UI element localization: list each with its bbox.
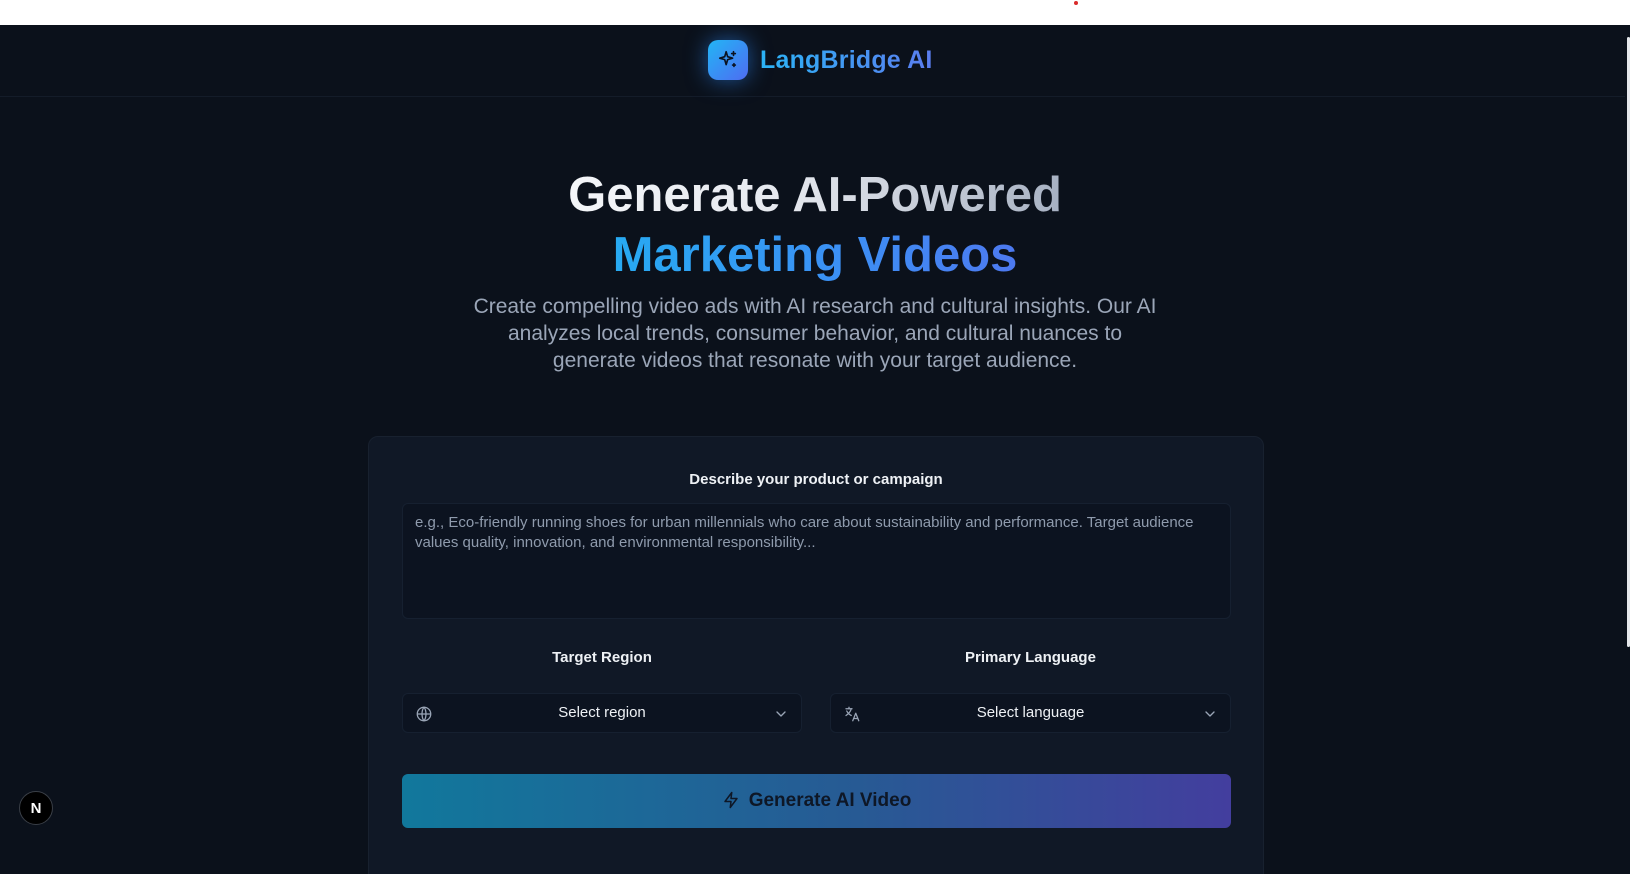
- hero-description: Create compelling video ads with AI rese…: [473, 295, 1157, 372]
- app-viewport: LangBridge AI Generate AI-Powered Market…: [0, 25, 1630, 874]
- brand-name: LangBridge AI: [760, 45, 933, 74]
- description-label: Describe your product or campaign: [689, 471, 943, 488]
- chevron-down-icon: [773, 706, 789, 722]
- browser-strip: [0, 0, 1630, 25]
- translate-icon: [843, 705, 861, 723]
- language-label: Primary Language: [965, 649, 1096, 666]
- dev-badge-label: N: [30, 799, 42, 817]
- video-form-card: Describe your product or campaign Target…: [368, 436, 1264, 874]
- nextjs-logo-icon[interactable]: N: [19, 791, 53, 825]
- generate-video-label: Generate AI Video: [748, 790, 912, 811]
- generate-video-button[interactable]: Generate AI Video: [402, 774, 1231, 828]
- sparkles-icon: [708, 40, 748, 80]
- region-select-value: Select region: [558, 704, 646, 721]
- campaign-description-input[interactable]: [402, 503, 1231, 619]
- zap-icon: [722, 791, 740, 812]
- chevron-down-icon: [1202, 706, 1218, 722]
- language-select-value: Select language: [976, 704, 1085, 721]
- brand[interactable]: LangBridge AI: [708, 40, 933, 80]
- hero-title-line2: Marketing Videos: [613, 225, 1018, 285]
- hero-title-line1: Generate AI-Powered: [568, 165, 1062, 225]
- region-select[interactable]: Select region: [402, 693, 802, 733]
- page-title: Generate AI-Powered Marketing Videos: [0, 165, 1630, 285]
- globe-icon: [415, 705, 433, 723]
- app-header: LangBridge AI: [0, 25, 1625, 97]
- notification-dot: [1074, 1, 1078, 5]
- language-select[interactable]: Select language: [830, 693, 1231, 733]
- region-label: Target Region: [552, 649, 652, 666]
- scrollbar[interactable]: [1625, 25, 1630, 874]
